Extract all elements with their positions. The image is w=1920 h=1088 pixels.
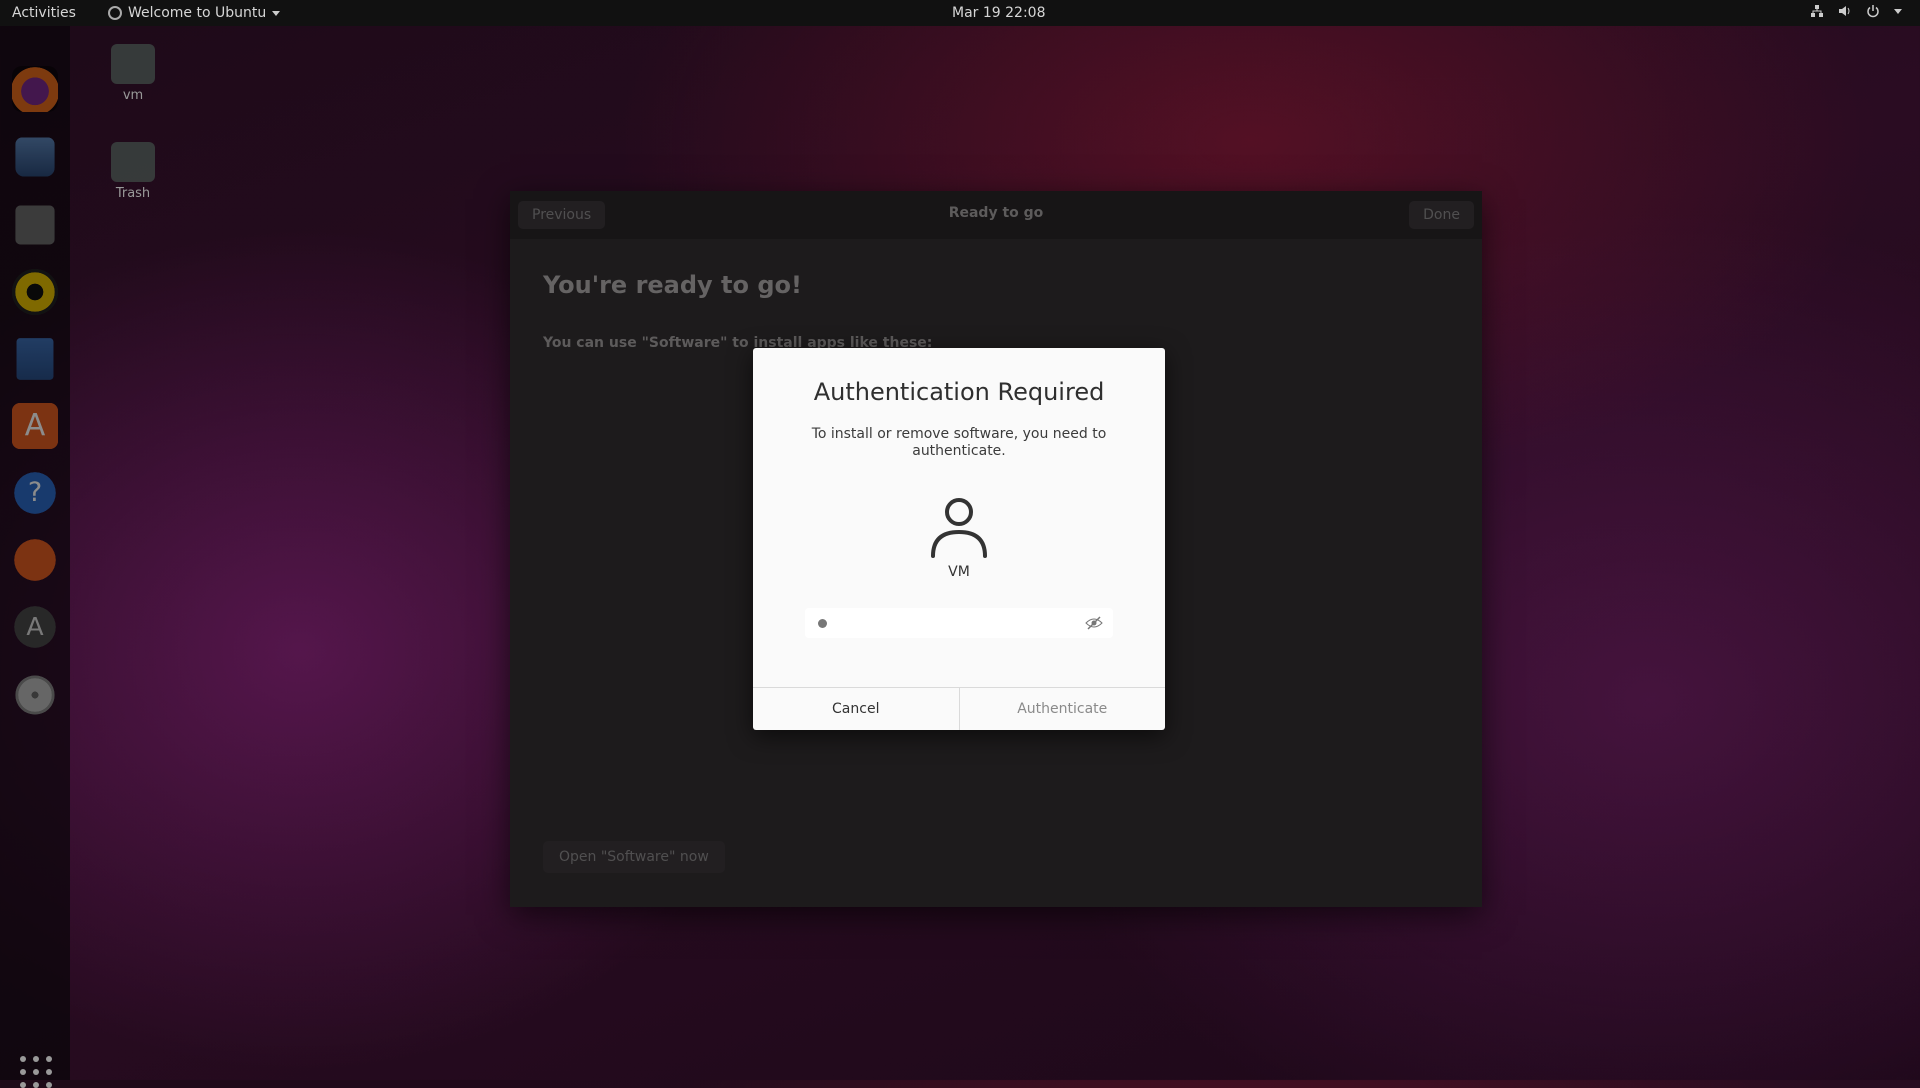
libreoffice-writer-icon[interactable] (16, 338, 54, 380)
authenticate-button[interactable]: Authenticate (960, 688, 1166, 730)
app-menu-label: Welcome to Ubuntu (128, 5, 267, 21)
dock: A ? A (0, 26, 70, 1088)
help-icon[interactable]: ? (14, 472, 56, 514)
desktop-icon-trash[interactable]: Trash (88, 142, 178, 201)
dvd-icon[interactable] (15, 675, 55, 715)
system-tray[interactable] (1810, 4, 1902, 18)
folder-icon (111, 44, 155, 84)
show-applications-icon[interactable] (20, 1056, 52, 1088)
chevron-down-icon (1894, 8, 1902, 14)
app-menu[interactable]: Welcome to Ubuntu (108, 5, 281, 21)
dialog-message: To install or remove software, you need … (811, 426, 1107, 459)
power-icon (1867, 5, 1879, 18)
chevron-down-icon (272, 10, 281, 16)
ubuntu-icon[interactable] (14, 539, 56, 581)
dialog-actions: Cancel Authenticate (753, 687, 1165, 730)
authentication-dialog: Authentication Required To install or re… (753, 348, 1165, 730)
username-label: VM (948, 564, 970, 580)
desktop-icon-label: vm (122, 88, 144, 103)
ubuntu-software-icon[interactable]: A (12, 403, 58, 449)
firefox-icon[interactable] (12, 66, 58, 112)
thunderbird-icon[interactable] (15, 137, 55, 177)
activities-button[interactable]: Activities (12, 5, 76, 21)
desktop-icon-vm[interactable]: vm (88, 44, 178, 103)
user-avatar-icon (931, 498, 987, 558)
gear-icon (108, 6, 122, 20)
top-bar: Activities Welcome to Ubuntu Mar 19 22:0… (0, 0, 1920, 26)
rhythmbox-icon[interactable] (12, 269, 58, 315)
desktop-icon-label: Trash (115, 186, 151, 201)
password-value (818, 619, 827, 628)
software-updater-icon[interactable]: A (14, 606, 56, 648)
password-field[interactable] (805, 608, 1113, 638)
cancel-button[interactable]: Cancel (753, 688, 960, 730)
dialog-title: Authentication Required (813, 378, 1105, 406)
eye-slash-icon[interactable] (1085, 615, 1103, 631)
files-icon[interactable] (15, 205, 55, 245)
volume-icon (1839, 6, 1850, 16)
clock[interactable]: Mar 19 22:08 (952, 5, 1045, 21)
network-icon (1811, 5, 1823, 17)
trash-icon (111, 142, 155, 182)
